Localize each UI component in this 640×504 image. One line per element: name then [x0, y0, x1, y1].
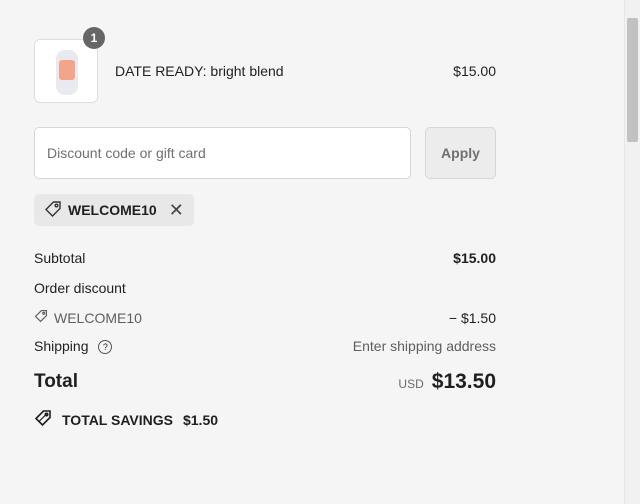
remove-discount-icon[interactable]: ✕ — [169, 201, 184, 219]
currency-code: USD — [398, 377, 424, 391]
discount-value: − $1.50 — [448, 309, 496, 326]
applied-discount-tag: WELCOME10 ✕ — [34, 194, 194, 226]
product-bottle-label — [59, 60, 75, 80]
savings-tag-icon — [34, 409, 52, 430]
total-savings: TOTAL SAVINGS $1.50 — [34, 409, 218, 430]
shipping-label: Shipping — [34, 338, 89, 354]
total-value: $13.50 — [431, 370, 496, 393]
discount-code-input[interactable] — [34, 127, 411, 179]
product-thumbnail — [34, 39, 98, 103]
shipping-label-group: Shipping ? — [34, 338, 113, 354]
discount-detail-row: WELCOME10 − $1.50 — [34, 309, 496, 326]
savings-value: $1.50 — [182, 411, 219, 428]
tag-icon — [44, 200, 62, 221]
total-label: Total — [34, 371, 78, 392]
subtotal-label: Subtotal — [34, 250, 86, 266]
total-row: Total USD $13.50 — [34, 370, 496, 394]
quantity-badge: 1 — [83, 27, 105, 49]
cart-line-item: 1 DATE READY: bright blend $15.00 — [34, 27, 496, 105]
discount-code-label: WELCOME10 — [54, 309, 142, 326]
savings-label: TOTAL SAVINGS — [62, 411, 173, 428]
subtotal-value: $15.00 — [453, 250, 496, 266]
shipping-row: Shipping ? Enter shipping address — [34, 338, 496, 354]
shipping-value: Enter shipping address — [352, 338, 496, 354]
order-discount-label: Order discount — [34, 280, 126, 296]
total-amount: USD $13.50 — [398, 370, 496, 394]
help-icon[interactable]: ? — [98, 340, 113, 354]
product-price: $15.00 — [453, 63, 496, 79]
scrollbar-thumb[interactable] — [627, 18, 638, 142]
subtotal-row: Subtotal $15.00 — [34, 250, 496, 266]
apply-button[interactable]: Apply — [425, 127, 496, 179]
discount-code-detail: WELCOME10 — [34, 309, 142, 326]
applied-code-label: WELCOME10 — [68, 202, 157, 218]
product-name: DATE READY: bright blend — [115, 63, 284, 79]
scrollbar[interactable] — [624, 0, 640, 504]
order-discount-row: Order discount — [34, 280, 496, 296]
tag-icon — [34, 309, 48, 326]
